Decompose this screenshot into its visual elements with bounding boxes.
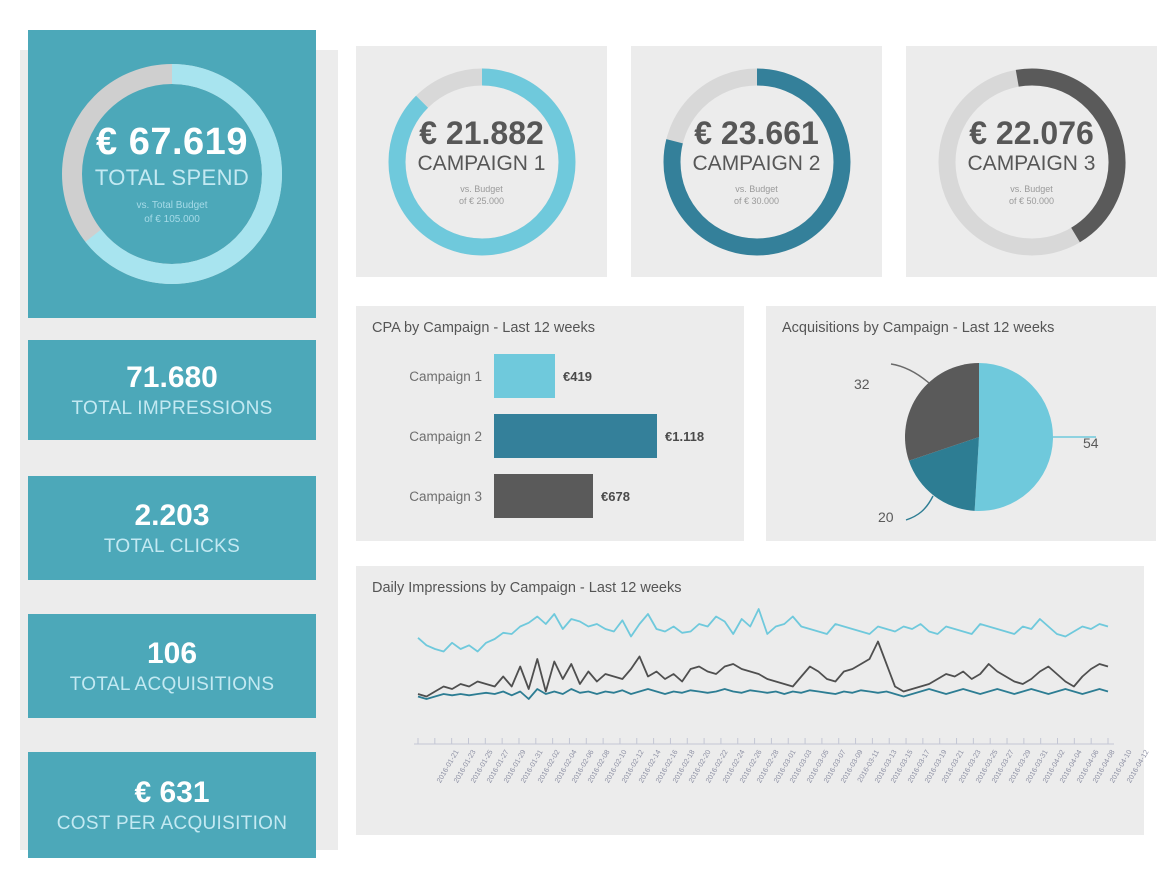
daily-impressions-lines (414, 608, 1114, 745)
bar-category-label: Campaign 1 (409, 368, 482, 384)
kpi-label: COST PER ACQUISITION (56, 812, 288, 834)
campaign-3-card[interactable]: € 22.076 CAMPAIGN 3 vs. Budget of € 50.0… (906, 46, 1157, 277)
pie-leader-line (905, 495, 934, 521)
bar-row: Campaign 3 €678 (370, 474, 630, 518)
total-spend-label: TOTAL SPEND (94, 165, 250, 191)
kpi-tile-impressions[interactable]: 71.680 TOTAL IMPRESSIONS (28, 340, 316, 440)
campaign-label: CAMPAIGN 1 (417, 151, 546, 175)
campaign-subtext: vs. Budget of € 50.000 (1009, 183, 1054, 207)
total-spend-text: € 67.619 TOTAL SPEND vs. Total Budget of… (28, 30, 316, 318)
campaign-sub-line1: vs. Budget (735, 183, 778, 194)
bar-value-label: €1.118 (665, 428, 705, 444)
bar-value-label: €678 (601, 488, 630, 504)
campaign-sub-line2: of € 25.000 (458, 196, 505, 207)
bar-category-label: Campaign 3 (409, 488, 482, 504)
bar-category-label: Campaign 2 (409, 428, 482, 444)
kpi-label: TOTAL IMPRESSIONS (71, 397, 273, 419)
total-spend-sub-line1: vs. Total Budget (136, 200, 208, 212)
x-axis-ticks: 2016-01-21 2016-01-23 2016-01-25 2016-01-27… (356, 744, 1150, 834)
bar-rect[interactable] (494, 354, 555, 398)
acquisitions-pie-panel: Acquisitions by Campaign - Last 12 weeks… (766, 306, 1156, 541)
kpi-value: 71.680 (126, 360, 218, 394)
pie-label-campaign-1: 54 (1083, 435, 1099, 451)
campaign-value: € 21.882 (419, 114, 544, 151)
line-series[interactable] (417, 688, 1109, 700)
campaign-subtext: vs. Budget of € 30.000 (734, 183, 779, 207)
total-spend-sub-line2: of € 105.000 (144, 213, 200, 225)
campaign-value: € 23.661 (694, 114, 819, 151)
pie-slice[interactable] (974, 363, 1053, 511)
cpa-chart-title: CPA by Campaign - Last 12 weeks (372, 320, 595, 336)
acquisitions-pie (890, 363, 1096, 521)
campaign-label: CAMPAIGN 3 (967, 151, 1096, 175)
cpa-bar-chart-panel: CPA by Campaign - Last 12 weeks Campaign… (356, 306, 744, 541)
pie-label-campaign-2: 20 (878, 509, 894, 525)
campaign-2-text: € 23.661 CAMPAIGN 2 vs. Budget of € 30.0… (631, 46, 882, 277)
campaign-label: CAMPAIGN 2 (692, 151, 821, 175)
kpi-tile-cost-per-acquisition[interactable]: € 631 COST PER ACQUISITION (28, 752, 316, 858)
daily-impressions-panel: Daily Impressions by Campaign - Last 12 … (356, 566, 1151, 835)
campaign-sub-line1: vs. Budget (460, 183, 503, 194)
line-series[interactable] (417, 608, 1109, 653)
campaign-3-text: € 22.076 CAMPAIGN 3 vs. Budget of € 50.0… (906, 46, 1157, 277)
campaign-1-text: € 21.882 CAMPAIGN 1 vs. Budget of € 25.0… (356, 46, 607, 277)
campaign-sub-line1: vs. Budget (1010, 183, 1053, 194)
campaign-subtext: vs. Budget of € 25.000 (459, 183, 504, 207)
kpi-label: TOTAL ACQUISITIONS (69, 673, 275, 695)
campaign-2-card[interactable]: € 23.661 CAMPAIGN 2 vs. Budget of € 30.0… (631, 46, 882, 277)
campaign-sub-line2: of € 50.000 (1008, 196, 1055, 207)
kpi-label: TOTAL CLICKS (103, 535, 241, 557)
kpi-value: 2.203 (134, 498, 210, 532)
marketing-dashboard: € 67.619 TOTAL SPEND vs. Total Budget of… (0, 0, 1168, 880)
total-spend-tile[interactable]: € 67.619 TOTAL SPEND vs. Total Budget of… (28, 30, 316, 318)
campaign-value: € 22.076 (969, 114, 1094, 151)
campaign-sub-line2: of € 30.000 (733, 196, 780, 207)
bar-row: Campaign 2 €1.118 (370, 414, 704, 458)
total-spend-subtext: vs. Total Budget of € 105.000 (137, 199, 208, 226)
bar-rect[interactable] (494, 414, 657, 458)
bar-value-label: €419 (563, 368, 592, 384)
bar-row: Campaign 1 €419 (370, 354, 592, 398)
pie-leader-line (890, 363, 930, 384)
pie-label-campaign-3: 32 (854, 376, 870, 392)
kpi-value: 106 (146, 636, 198, 670)
campaign-1-card[interactable]: € 21.882 CAMPAIGN 1 vs. Budget of € 25.0… (356, 46, 607, 277)
kpi-tile-acquisitions[interactable]: 106 TOTAL ACQUISITIONS (28, 614, 316, 718)
total-spend-value: € 67.619 (96, 120, 248, 163)
kpi-tile-clicks[interactable]: 2.203 TOTAL CLICKS (28, 476, 316, 580)
kpi-value: € 631 (134, 775, 210, 809)
bar-rect[interactable] (494, 474, 593, 518)
line-series[interactable] (417, 640, 1109, 698)
